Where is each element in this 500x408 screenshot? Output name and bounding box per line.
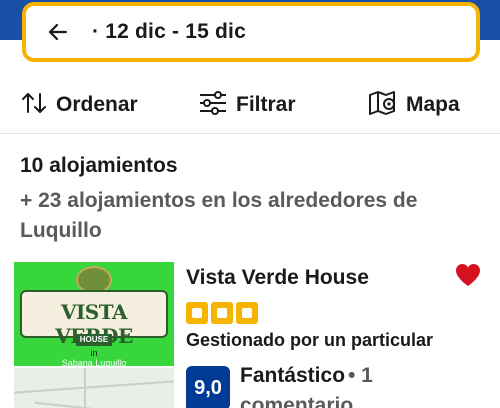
rating-word: Fantástico	[240, 364, 346, 387]
property-card[interactable]: VISTA VERDE HOUSE in Sabana,Luquillo Vis…	[0, 258, 500, 408]
favorite-heart-icon[interactable]	[454, 262, 482, 288]
photo-sign: VISTA VERDE	[20, 290, 168, 348]
sort-icon	[20, 90, 48, 121]
filter-icon	[198, 90, 228, 121]
rating-square-icon	[186, 302, 208, 324]
sort-button[interactable]: Ordenar	[20, 88, 138, 122]
mini-map[interactable]	[14, 368, 174, 408]
back-arrow-icon[interactable]	[46, 20, 70, 44]
filter-button[interactable]: Filtrar	[198, 88, 296, 122]
filter-label: Filtrar	[236, 93, 296, 116]
photo-sign-location: Sabana,Luquillo	[61, 358, 127, 366]
results-toolbar: Ordenar Filtrar Mapa	[0, 78, 500, 134]
search-dates[interactable]: · 12 dic - 15 dic	[92, 20, 246, 44]
map-road	[84, 368, 86, 408]
photo-sign-in: in	[90, 348, 98, 358]
photo-sign-tag: HOUSE	[76, 334, 112, 346]
map-label: Mapa	[406, 93, 460, 116]
map-road	[34, 401, 154, 408]
search-bar[interactable]: · 12 dic - 15 dic	[22, 2, 480, 62]
review-count-label: comentario	[240, 394, 354, 408]
property-photo[interactable]: VISTA VERDE HOUSE in Sabana,Luquillo	[14, 262, 174, 366]
results-count: 10 alojamientos	[20, 154, 178, 177]
property-name[interactable]: Vista Verde House	[186, 266, 369, 290]
review-count: • 1	[348, 364, 373, 387]
rating-square-icon	[211, 302, 233, 324]
star-rating	[186, 302, 258, 324]
map-road	[14, 380, 174, 394]
map-button[interactable]: Mapa	[368, 88, 460, 122]
nearby-results-link[interactable]: + 23 alojamientos en los alrededores de …	[20, 186, 460, 246]
review-score-badge: 9,0	[186, 366, 230, 408]
map-icon	[368, 89, 398, 122]
rating-square-icon	[236, 302, 258, 324]
sort-label: Ordenar	[56, 93, 138, 116]
managed-by: Gestionado por un particular	[186, 330, 434, 350]
